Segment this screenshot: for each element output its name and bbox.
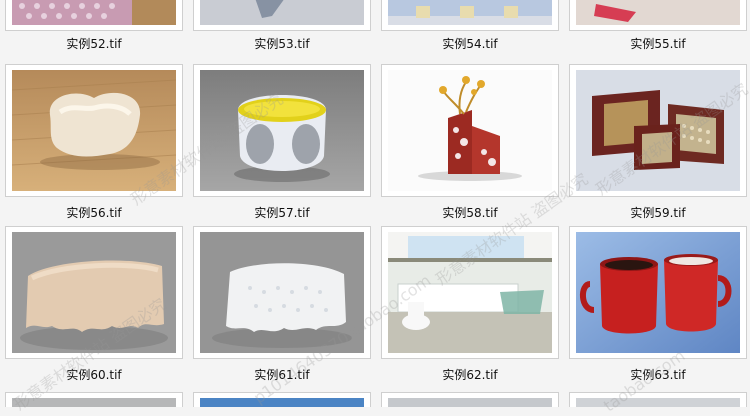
thumbnail-frame: [381, 64, 559, 197]
thumbnail-image: [200, 70, 364, 191]
thumbnail-item[interactable]: 实例58.tif: [381, 64, 559, 225]
thumbnail-image: [576, 232, 740, 353]
thumbnail-frame: [381, 392, 559, 407]
thumbnail-image: [388, 232, 552, 353]
thumbnail-frame: [569, 0, 747, 31]
thumbnail-item[interactable]: [5, 392, 183, 407]
thumbnail-item[interactable]: 实例60.tif: [5, 226, 183, 387]
thumbnail-item[interactable]: [193, 392, 371, 407]
file-name: 实例52.tif: [66, 37, 122, 51]
file-name: 实例56.tif: [66, 206, 122, 220]
file-name: 实例57.tif: [254, 206, 310, 220]
thumbnail-frame: [569, 226, 747, 359]
file-name: 实例53.tif: [254, 37, 310, 51]
file-name: 实例58.tif: [442, 206, 498, 220]
thumbnail-image: [12, 0, 176, 25]
thumbnail-frame: [193, 0, 371, 31]
thumbnail-frame: [5, 64, 183, 197]
file-name: 实例62.tif: [442, 368, 498, 382]
thumbnail-frame: [569, 64, 747, 197]
thumbnail-image: [388, 70, 552, 191]
thumbnail-image: [200, 232, 364, 353]
thumbnail-frame: [193, 226, 371, 359]
thumbnail-item[interactable]: 实例53.tif: [193, 0, 371, 52]
file-name: 实例61.tif: [254, 368, 310, 382]
thumbnail-frame: [381, 226, 559, 359]
thumbnail-frame: [5, 0, 183, 31]
file-name: 实例54.tif: [442, 37, 498, 51]
file-name: 实例55.tif: [630, 37, 686, 51]
thumbnail-frame: [569, 392, 747, 407]
thumbnail-item[interactable]: 实例55.tif: [569, 0, 747, 52]
thumbnail-image: [388, 0, 552, 25]
thumbnail-image: [12, 70, 176, 191]
thumbnail-item[interactable]: 实例61.tif: [193, 226, 371, 387]
thumbnail-item[interactable]: 实例63.tif: [569, 226, 747, 387]
thumbnail-item[interactable]: [381, 392, 559, 407]
thumbnail-image: [12, 232, 176, 353]
thumbnail-frame: [193, 392, 371, 407]
thumbnail-frame: [193, 64, 371, 197]
file-name: 实例63.tif: [630, 368, 686, 382]
thumbnail-image: [576, 70, 740, 191]
thumbnail-item[interactable]: 实例62.tif: [381, 226, 559, 387]
thumbnail-item[interactable]: 实例54.tif: [381, 0, 559, 52]
thumbnail-frame: [5, 226, 183, 359]
thumbnail-image: [200, 0, 364, 25]
thumbnail-frame: [381, 0, 559, 31]
thumbnail-frame: [5, 392, 183, 407]
thumbnail-item[interactable]: 实例52.tif: [5, 0, 183, 52]
thumbnail-item[interactable]: 实例59.tif: [569, 64, 747, 225]
thumbnail-image: [576, 0, 740, 25]
thumbnail-item[interactable]: 实例56.tif: [5, 64, 183, 225]
thumbnail-item[interactable]: 实例57.tif: [193, 64, 371, 225]
thumbnail-item[interactable]: [569, 392, 747, 407]
file-name: 实例59.tif: [630, 206, 686, 220]
file-name: 实例60.tif: [66, 368, 122, 382]
